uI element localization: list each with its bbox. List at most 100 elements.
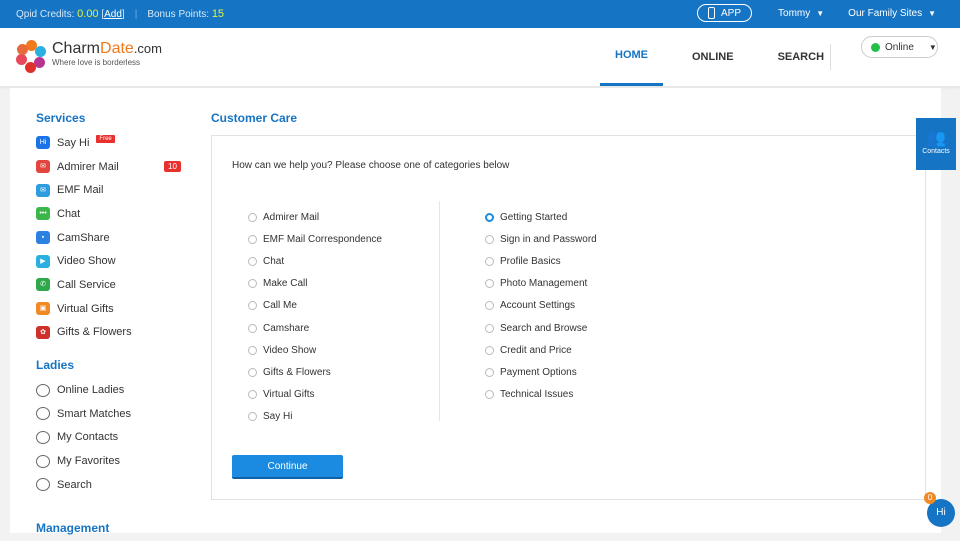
sidebar-item-video-show[interactable]: ▶ Video Show [36,249,186,273]
category-option[interactable]: Video Show [248,339,382,361]
category-option[interactable]: Search and Browse [485,317,597,339]
sidebar-item-camshare[interactable]: ▪ CamShare [36,226,186,250]
category-option[interactable]: Make Call [248,273,382,295]
radio-button[interactable] [248,301,257,311]
sidebar-item-my-contacts[interactable]: My Contacts [36,426,186,450]
radio-button[interactable] [248,256,257,266]
logo-text: CharmDate.com [52,40,162,57]
radio-button[interactable] [248,323,257,333]
radio-button[interactable] [485,367,494,377]
category-option[interactable]: Credit and Price [485,339,597,361]
sidebar-item-search[interactable]: Search [36,473,186,497]
category-option[interactable]: Account Settings [485,295,597,317]
radio-button[interactable] [248,234,257,244]
category-option[interactable]: Profile Basics [485,250,597,272]
bonus-label: Bonus Points: [147,8,210,20]
admirer-mail-icon: ✉ [36,160,50,174]
radio-button[interactable] [248,345,257,355]
category-option[interactable]: Photo Management [485,273,597,295]
chat-icon: ••• [36,207,50,221]
nav-online[interactable]: ONLINE [677,28,749,86]
radio-button[interactable] [485,256,494,266]
radio-button[interactable] [248,390,257,400]
category-option[interactable]: Gifts & Flowers [248,361,382,383]
people-icon: 👥 [926,130,946,147]
category-option[interactable]: Sign in and Password [485,228,597,250]
radio-button[interactable] [485,390,494,400]
main-nav: HOME ONLINE SEARCH [600,28,853,86]
caret-down-icon: ▼ [816,8,825,18]
sidebar-item-label: Call Service [57,278,116,291]
option-label: Payment Options [500,366,577,378]
sidebar-item-label: CamShare [57,231,110,244]
sidebar-item-label: Smart Matches [57,407,131,420]
sidebar-item-my-favorites[interactable]: My Favorites [36,449,186,473]
app-button[interactable]: APP [697,4,753,22]
phone-icon [708,7,715,19]
continue-button[interactable]: Continue [232,455,343,479]
heart-icon [36,454,50,468]
sidebar-item-smart-matches[interactable]: Smart Matches [36,402,186,426]
question-text: How can we help you? Please choose one o… [232,160,510,171]
category-option[interactable]: Chat [248,250,382,272]
status-label: Online [885,41,914,53]
sidebar-item-emf-mail[interactable]: ✉ EMF Mail [36,178,186,202]
sidebar-item-label: Gifts & Flowers [57,326,132,339]
category-option[interactable]: Payment Options [485,361,597,383]
caret-down-icon: ▼ [928,8,936,18]
radio-button[interactable] [485,212,494,222]
category-option[interactable]: Getting Started [485,206,597,228]
option-label: Admirer Mail [263,211,320,223]
category-option[interactable]: Technical Issues [485,384,597,406]
sidebar-item-say-hi[interactable]: Hi Say Hi Free [36,131,186,155]
sidebar-item-label: EMF Mail [57,184,104,197]
category-option[interactable]: EMF Mail Correspondence [248,228,382,250]
app-label: APP [721,7,742,19]
logo[interactable]: CharmDate.com Where love is borderless [16,40,162,74]
tagline: Where love is borderless [52,58,141,67]
nav-search[interactable]: SEARCH [763,28,839,86]
family-sites-menu[interactable]: Our Family Sites ▼ [848,8,936,19]
category-option[interactable]: Say Hi [248,406,382,428]
option-label: Make Call [263,278,308,290]
radio-button[interactable] [248,279,257,289]
radio-button[interactable] [485,234,494,244]
envelope-icon: ✉ [36,183,50,197]
sidebar-item-virtual-gifts[interactable]: ▣ Virtual Gifts [36,297,186,321]
radio-button[interactable] [485,323,494,333]
sidebar-item-label: Virtual Gifts [57,302,114,315]
sidebar-item-label: Chat [57,207,81,220]
category-option[interactable]: Call Me [248,295,382,317]
sidebar-item-call-service[interactable]: ✆ Call Service [36,273,186,297]
option-label: EMF Mail Correspondence [263,233,382,245]
option-label: Credit and Price [500,344,572,356]
category-option[interactable]: Admirer Mail [248,206,382,228]
bonus-value: 15 [211,8,225,20]
hi-count-badge: 0 [924,492,936,504]
radio-button[interactable] [485,279,494,289]
column-divider [439,201,440,421]
nav-home[interactable]: HOME [600,28,663,86]
customer-care-form: How can we help you? Please choose one o… [211,135,926,500]
sidebar-item-chat[interactable]: ••• Chat [36,202,186,226]
user-menu[interactable]: Tommy ▼ [778,8,824,19]
radio-button[interactable] [248,412,257,422]
search-icon [36,478,50,492]
sidebar-item-label: Say Hi [57,136,90,149]
radio-button[interactable] [248,367,257,377]
status-dropdown[interactable]: Online ▼ [861,36,938,58]
phone-icon: ✆ [36,278,50,292]
sidebar-item-gifts-flowers[interactable]: ✿ Gifts & Flowers [36,321,186,345]
sidebar-item-admirer-mail[interactable]: ✉ Admirer Mail 10 [36,155,186,179]
sidebar-item-online-ladies[interactable]: Online Ladies [36,378,186,402]
radio-button[interactable] [485,345,494,355]
radio-button[interactable] [485,301,494,311]
category-option[interactable]: Camshare [248,317,382,339]
radio-button[interactable] [248,212,257,222]
option-label: Gifts & Flowers [263,366,331,378]
contacts-button[interactable]: 👥 Contacts [916,118,956,170]
credits-value: 0.00 [77,8,99,20]
ladies-heading: Ladies [36,358,75,373]
category-option[interactable]: Virtual Gifts [248,384,382,406]
add-credits-link[interactable]: Add [104,9,122,20]
